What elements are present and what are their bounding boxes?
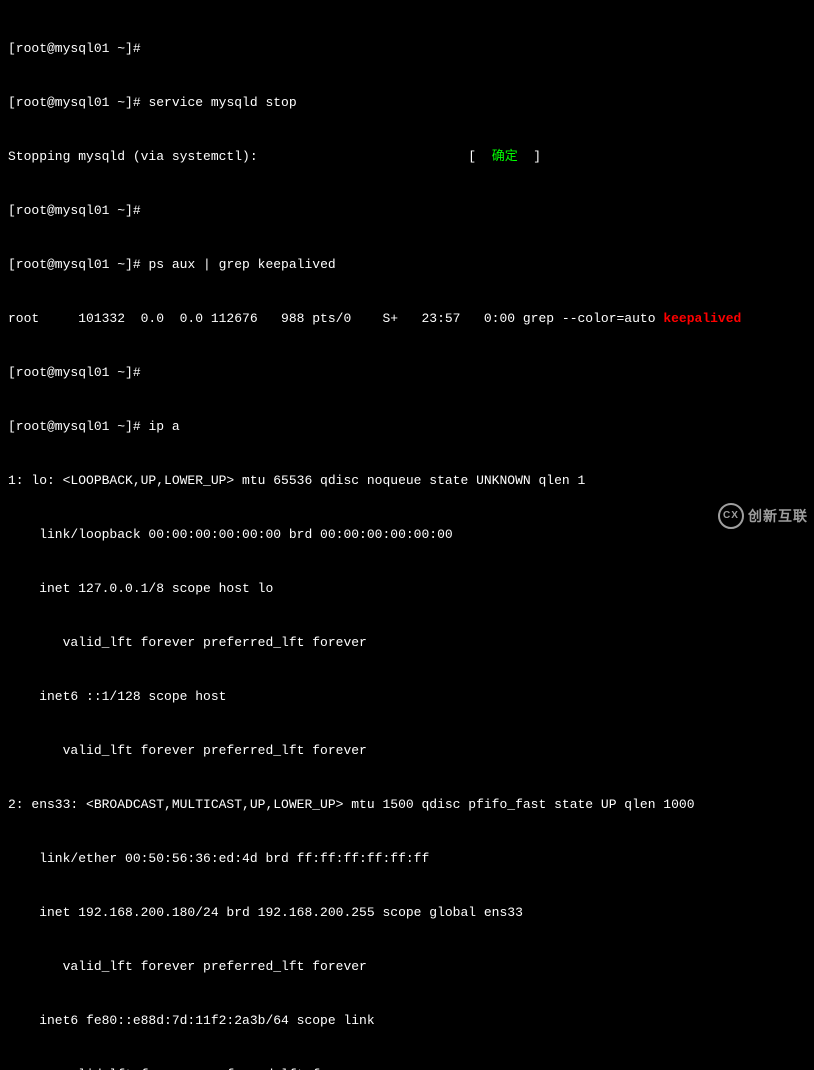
watermark: CX 创新互联 — [718, 503, 808, 529]
ip-output: valid_lft forever preferred_lft forever — [8, 958, 806, 976]
shell-prompt: [root@mysql01 ~]# — [8, 41, 148, 56]
output-text: Stopping mysqld (via systemctl): [ — [8, 149, 492, 164]
shell-prompt: [root@mysql01 ~]# — [8, 419, 148, 434]
ip-output: valid_lft forever preferred_lft forever — [8, 742, 806, 760]
prompt-line: [root@mysql01 ~]# service mysqld stop — [8, 94, 806, 112]
ip-output: 2: ens33: <BROADCAST,MULTICAST,UP,LOWER_… — [8, 796, 806, 814]
ip-output: 1: lo: <LOOPBACK,UP,LOWER_UP> mtu 65536 … — [8, 472, 806, 490]
ip-output: inet 192.168.200.180/24 brd 192.168.200.… — [8, 904, 806, 922]
prompt-line: [root@mysql01 ~]# — [8, 364, 806, 382]
ip-output: inet 127.0.0.1/8 scope host lo — [8, 580, 806, 598]
command-text: ps aux | grep keepalived — [148, 257, 335, 272]
prompt-line: [root@mysql01 ~]# ip a — [8, 418, 806, 436]
command-text: service mysqld stop — [148, 95, 296, 110]
ip-output: inet6 fe80::e88d:7d:11f2:2a3b/64 scope l… — [8, 1012, 806, 1030]
shell-prompt: [root@mysql01 ~]# — [8, 365, 148, 380]
command-text: ip a — [148, 419, 179, 434]
ip-output: inet6 ::1/128 scope host — [8, 688, 806, 706]
output-line: Stopping mysqld (via systemctl): [ 确定 ] — [8, 148, 806, 166]
ps-output: root 101332 0.0 0.0 112676 988 pts/0 S+ … — [8, 311, 663, 326]
output-text: ] — [518, 149, 541, 164]
ip-output: link/ether 00:50:56:36:ed:4d brd ff:ff:f… — [8, 850, 806, 868]
prompt-line: [root@mysql01 ~]# — [8, 40, 806, 58]
prompt-line: [root@mysql01 ~]# — [8, 202, 806, 220]
grep-match: keepalived — [663, 311, 741, 326]
shell-prompt: [root@mysql01 ~]# — [8, 257, 148, 272]
shell-prompt: [root@mysql01 ~]# — [8, 203, 148, 218]
prompt-line: [root@mysql01 ~]# ps aux | grep keepaliv… — [8, 256, 806, 274]
output-line: root 101332 0.0 0.0 112676 988 pts/0 S+ … — [8, 310, 806, 328]
watermark-icon: CX — [718, 503, 744, 529]
ip-output: link/loopback 00:00:00:00:00:00 brd 00:0… — [8, 526, 806, 544]
ip-output: valid_lft forever preferred_lft forever — [8, 634, 806, 652]
watermark-text: 创新互联 — [748, 507, 808, 525]
shell-prompt: [root@mysql01 ~]# — [8, 95, 148, 110]
terminal-window[interactable]: [root@mysql01 ~]# [root@mysql01 ~]# serv… — [0, 0, 814, 1070]
status-ok: 确定 — [492, 149, 518, 164]
ip-output: valid_lft forever preferred_lft forever — [8, 1066, 806, 1070]
